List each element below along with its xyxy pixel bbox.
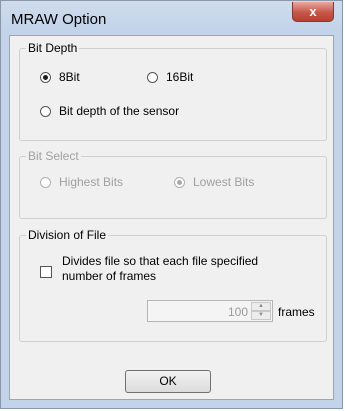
spin-down-icon[interactable]: ▼ xyxy=(251,311,271,320)
radio-lowest-bits-indicator xyxy=(174,176,185,188)
radio-8bit-indicator[interactable] xyxy=(40,71,51,83)
dialog-title: MRAW Option xyxy=(11,11,107,28)
spin-up-icon[interactable]: ▲ xyxy=(251,302,271,311)
radio-16bit-label: 16Bit xyxy=(166,70,194,84)
radio-sensor-depth[interactable]: Bit depth of the sensor xyxy=(40,104,179,118)
title-bar[interactable]: MRAW Option x xyxy=(1,1,342,35)
bit-select-legend: Bit Select xyxy=(26,149,81,163)
radio-sensor-depth-label: Bit depth of the sensor xyxy=(59,104,180,118)
mraw-option-dialog: MRAW Option x Bit Depth 8Bit 16Bit Bit d… xyxy=(0,0,343,409)
radio-8bit[interactable]: 8Bit xyxy=(40,70,80,84)
bit-depth-group: Bit Depth 8Bit 16Bit Bit depth of the se… xyxy=(19,41,327,141)
ok-button[interactable]: OK xyxy=(125,370,211,393)
bit-select-group: Bit Select Highest Bits Lowest Bits xyxy=(19,149,327,219)
radio-lowest-bits: Lowest Bits xyxy=(174,175,254,189)
frames-spinbox[interactable]: 100 ▲ ▼ xyxy=(147,300,273,322)
radio-highest-bits: Highest Bits xyxy=(40,175,123,189)
divide-file-label-line2: number of frames xyxy=(62,269,157,283)
radio-highest-bits-label: Highest Bits xyxy=(59,175,124,189)
division-of-file-group: Division of File Divides file so that ea… xyxy=(19,228,327,342)
divide-file-checkbox[interactable] xyxy=(40,266,52,278)
bit-depth-legend: Bit Depth xyxy=(26,41,80,55)
frames-value: 100 xyxy=(227,305,248,319)
close-button[interactable]: x xyxy=(292,2,334,22)
frames-spin-arrows: ▲ ▼ xyxy=(251,302,271,320)
radio-sensor-depth-indicator[interactable] xyxy=(40,105,51,117)
dialog-body: Bit Depth 8Bit 16Bit Bit depth of the se… xyxy=(9,35,334,400)
radio-16bit[interactable]: 16Bit xyxy=(147,70,193,84)
radio-8bit-label: 8Bit xyxy=(59,70,80,84)
radio-lowest-bits-label: Lowest Bits xyxy=(193,175,255,189)
divide-file-label: Divides file so that each file specified… xyxy=(62,254,258,284)
radio-highest-bits-indicator xyxy=(40,176,51,188)
division-legend: Division of File xyxy=(26,228,109,242)
radio-16bit-indicator[interactable] xyxy=(147,71,158,83)
frames-unit-label: frames xyxy=(278,305,315,319)
divide-file-label-line1: Divides file so that each file specified xyxy=(62,254,259,268)
